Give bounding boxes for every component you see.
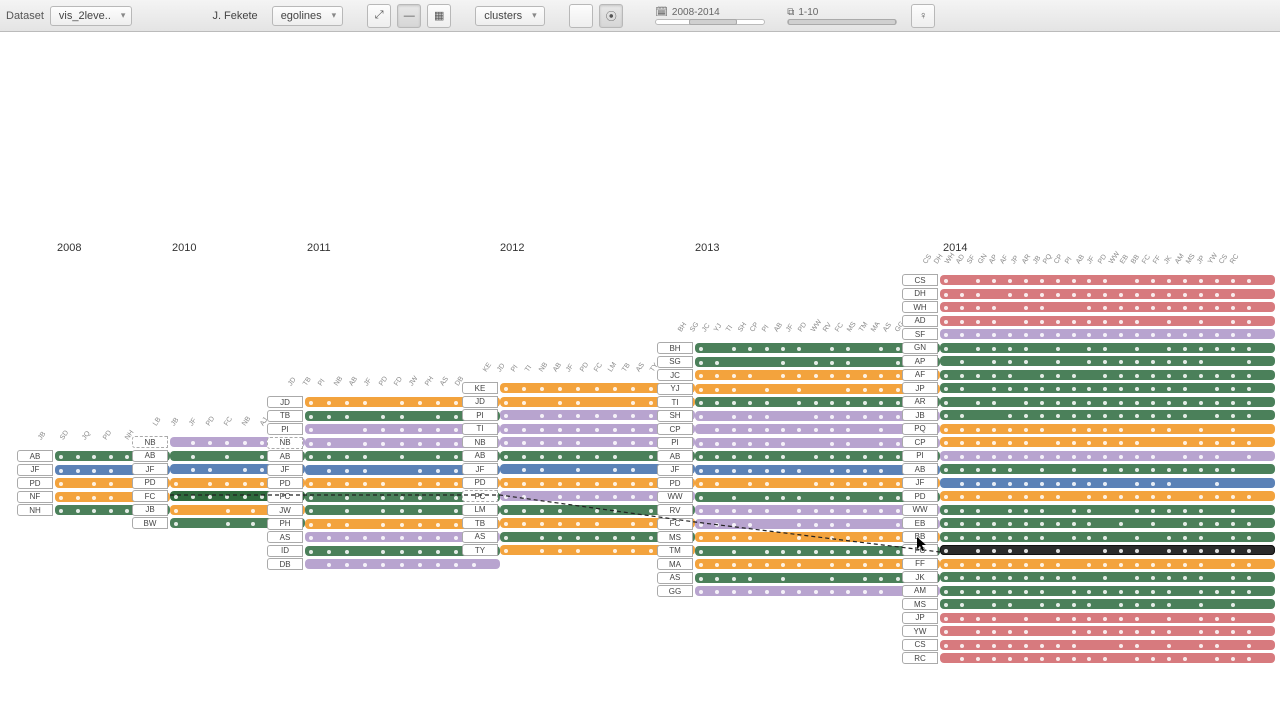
collapse-button[interactable]: — xyxy=(397,4,421,28)
paging-slider[interactable]: ⧉ 1-10 xyxy=(787,7,897,25)
toolbar: Dataset vis_2leve.. ▾ J. Fekete egolines… xyxy=(0,0,1280,32)
chevron-down-icon: ▾ xyxy=(532,10,537,21)
paging-label: 1-10 xyxy=(798,7,818,18)
hint-button[interactable]: ♀ xyxy=(911,4,935,28)
dataset-value: vis_2leve.. xyxy=(59,10,111,22)
chevron-down-icon: ▾ xyxy=(121,10,126,21)
expand-button[interactable]: ⤢ xyxy=(367,4,391,28)
mouse-cursor xyxy=(917,537,927,551)
calendar-icon: 🗓 xyxy=(655,7,668,18)
grid-button[interactable]: ▦ xyxy=(427,4,451,28)
person-name: J. Fekete xyxy=(212,10,257,22)
grouping-select[interactable]: clusters ▾ xyxy=(475,6,545,26)
record-button[interactable]: ⦿ xyxy=(599,4,623,28)
grouping-value: clusters xyxy=(484,10,522,22)
time-slider[interactable]: 🗓 2008-2014 xyxy=(655,7,765,25)
chevron-down-icon: ▾ xyxy=(332,10,337,21)
timeline-canvas[interactable]: 200820102011201220132014JBSDJQPDNHABJFPD… xyxy=(0,32,1280,720)
time-range-label: 2008-2014 xyxy=(672,7,720,18)
blank-button[interactable] xyxy=(569,4,593,28)
layout-select[interactable]: egolines ▾ xyxy=(272,6,344,26)
dataset-label: Dataset xyxy=(6,10,44,22)
window-icon: ⧉ xyxy=(787,7,794,18)
layout-value: egolines xyxy=(281,10,322,22)
dataset-select[interactable]: vis_2leve.. ▾ xyxy=(50,6,133,26)
